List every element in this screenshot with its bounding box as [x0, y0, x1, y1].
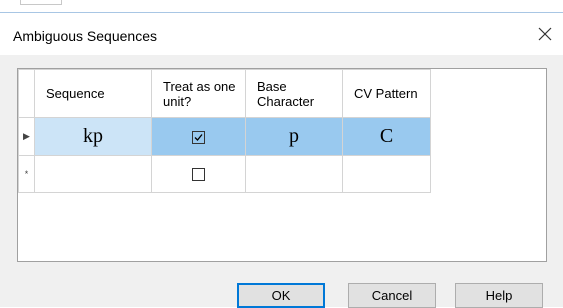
treat-as-unit-checkbox[interactable] [192, 130, 205, 144]
table-row: ▶ kp p C [18, 117, 431, 156]
cell-base-character[interactable] [245, 155, 343, 193]
sequences-table: Sequence Treat as one unit? Base Charact… [18, 69, 431, 193]
dialog-title: Ambiguous Sequences [13, 28, 157, 44]
background-window-strip [0, 0, 563, 12]
table-row-new: * [18, 155, 431, 193]
cancel-button[interactable]: Cancel [348, 283, 436, 308]
column-header-base-character[interactable]: Base Character [245, 69, 343, 118]
cell-sequence[interactable]: kp [34, 117, 152, 156]
column-header-cv-pattern[interactable]: CV Pattern [342, 69, 431, 118]
row-header-new[interactable]: * [18, 155, 35, 193]
help-button[interactable]: Help [455, 283, 543, 308]
row-header-current[interactable]: ▶ [18, 117, 35, 156]
cell-treat-as-unit[interactable] [151, 155, 246, 193]
header-row: Sequence Treat as one unit? Base Charact… [18, 69, 431, 118]
new-row-asterisk-icon: * [24, 169, 29, 179]
ambiguous-sequences-dialog: Ambiguous Sequences Sequence Treat as on… [0, 12, 563, 308]
close-button[interactable] [533, 22, 557, 46]
cell-cv-pattern[interactable]: C [342, 117, 431, 156]
background-window-edge [20, 0, 62, 5]
ok-button[interactable]: OK [237, 283, 325, 308]
treat-as-unit-checkbox[interactable] [192, 168, 205, 182]
checkmark-icon [194, 133, 203, 141]
cell-treat-as-unit[interactable] [151, 117, 246, 156]
close-icon [538, 27, 552, 41]
current-row-arrow-icon: ▶ [23, 131, 30, 141]
cell-sequence[interactable] [34, 155, 152, 193]
cell-base-character[interactable]: p [245, 117, 343, 156]
title-bar: Ambiguous Sequences [0, 13, 563, 55]
sequences-grid[interactable]: Sequence Treat as one unit? Base Charact… [17, 68, 547, 262]
column-header-sequence[interactable]: Sequence [34, 69, 152, 118]
cell-cv-pattern[interactable] [342, 155, 431, 193]
corner-header[interactable] [18, 69, 35, 118]
column-header-treat-as-unit[interactable]: Treat as one unit? [151, 69, 246, 118]
